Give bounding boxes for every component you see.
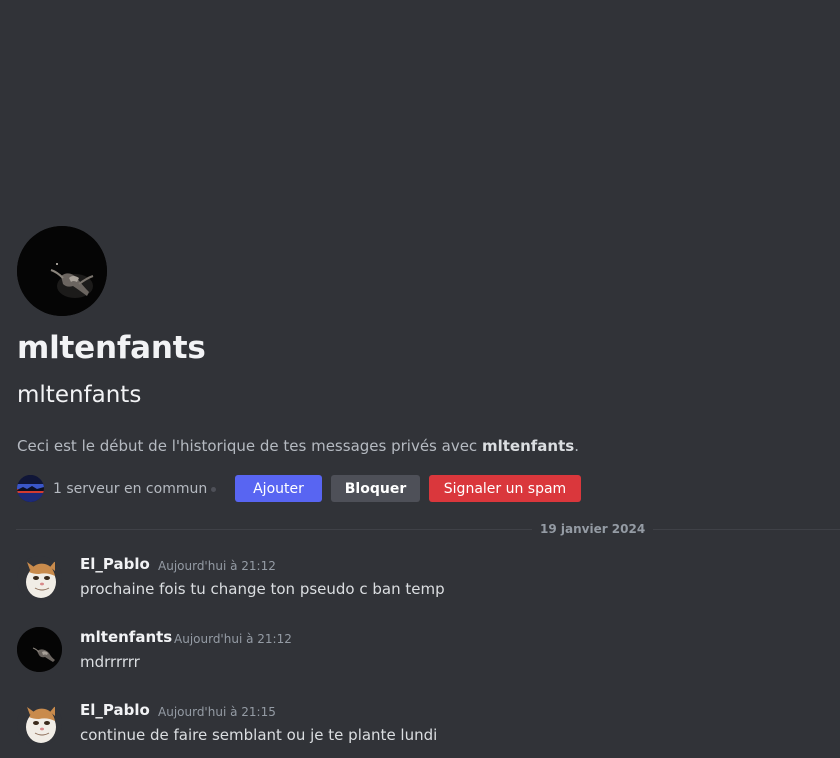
- separator-dot: [211, 487, 216, 492]
- date-divider-line: [16, 529, 840, 530]
- message-text: prochaine fois tu change ton pseudo c ba…: [80, 580, 445, 598]
- message-timestamp: Aujourd'hui à 21:12: [174, 632, 292, 646]
- block-button[interactable]: Bloquer: [331, 475, 420, 502]
- message-author[interactable]: mltenfants: [80, 627, 172, 647]
- mutual-server-icon[interactable]: [17, 475, 44, 502]
- dark-avatar-icon: [17, 627, 62, 672]
- report-spam-button[interactable]: Signaler un spam: [429, 475, 581, 502]
- message-text: mdrrrrrr: [80, 653, 140, 671]
- dm-channel: mltenfants mltenfants Ceci est le début …: [0, 0, 840, 758]
- profile-avatar[interactable]: [17, 226, 107, 316]
- message-timestamp: Aujourd'hui à 21:12: [158, 559, 276, 573]
- add-friend-button[interactable]: Ajouter: [235, 475, 322, 502]
- profile-username: mltenfants: [17, 382, 142, 408]
- message-avatar-cat[interactable]: [17, 556, 62, 601]
- cat-avatar-icon: [17, 701, 62, 746]
- server-image: [17, 475, 44, 502]
- message-timestamp: Aujourd'hui à 21:15: [158, 705, 276, 719]
- intro-name: mltenfants: [481, 437, 575, 455]
- message-avatar-dark[interactable]: [17, 627, 62, 672]
- message-text: continue de faire semblant ou je te plan…: [80, 726, 438, 744]
- date-divider-label: 19 janvier 2024: [532, 521, 654, 537]
- cat-avatar-icon: [17, 556, 62, 601]
- intro-text: Ceci est le début de l'historique de tes…: [17, 435, 579, 457]
- message-avatar-cat[interactable]: [17, 701, 62, 746]
- intro-suffix: .: [574, 437, 579, 455]
- message-author[interactable]: El_Pablo: [80, 700, 150, 720]
- message-author[interactable]: El_Pablo: [80, 554, 150, 574]
- profile-avatar-image: [17, 226, 107, 316]
- profile-display-name: mltenfants: [17, 330, 206, 366]
- intro-prefix: Ceci est le début de l'historique de tes…: [17, 437, 482, 455]
- mutual-servers-link[interactable]: 1 serveur en commun: [53, 479, 207, 499]
